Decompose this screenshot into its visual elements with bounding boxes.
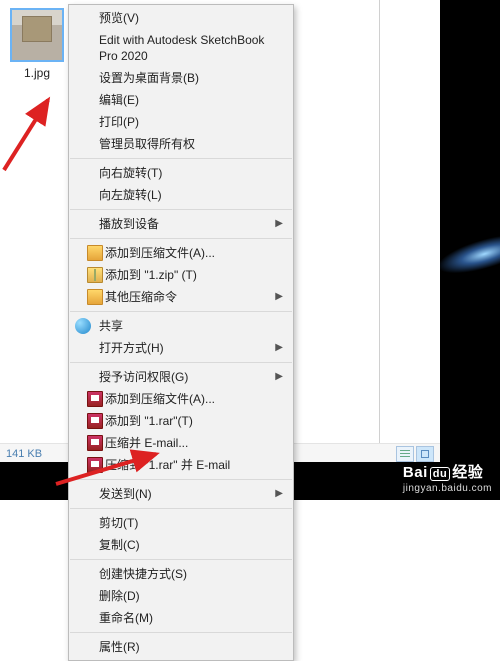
menu-add-to-rar[interactable]: 添加到 "1.rar"(T) [75, 410, 293, 432]
status-size: 141 KB [0, 448, 42, 460]
watermark-brand: Bai [403, 464, 428, 481]
menu-edit[interactable]: 编辑(E) [69, 89, 293, 111]
menu-set-wallpaper[interactable]: 设置为桌面背景(B) [69, 67, 293, 89]
desktop-area: 1.jpg 预览(V) Edit with Autodesk SketchBoo… [0, 0, 500, 500]
menu-add-to-zip[interactable]: 添加到 "1.zip" (T) [75, 264, 293, 286]
grid-icon [421, 450, 429, 458]
view-details-button[interactable] [396, 446, 414, 462]
menu-separator [70, 238, 292, 239]
zip-icon [87, 267, 103, 283]
menu-separator [70, 209, 292, 210]
menu-separator [70, 632, 292, 633]
menu-add-to-archive[interactable]: 添加到压缩文件(A)... [75, 242, 293, 264]
submenu-arrow-icon: ▶ [275, 216, 283, 232]
menu-rotate-left[interactable]: 向左旋转(L) [69, 184, 293, 206]
menu-rotate-right[interactable]: 向右旋转(T) [69, 162, 293, 184]
watermark: Baidu 经验 jingyan.baidu.com [403, 461, 492, 494]
submenu-arrow-icon: ▶ [275, 369, 283, 385]
menu-open-with[interactable]: 打开方式(H)▶ [69, 337, 293, 359]
list-icon [400, 450, 410, 458]
menu-create-shortcut[interactable]: 创建快捷方式(S) [69, 563, 293, 585]
context-menu: 预览(V) Edit with Autodesk SketchBook Pro … [68, 4, 294, 661]
rar-icon [87, 413, 103, 429]
folder-icon [87, 245, 103, 261]
menu-rename[interactable]: 重命名(M) [69, 607, 293, 629]
menu-cut[interactable]: 剪切(T) [69, 512, 293, 534]
menu-separator [70, 508, 292, 509]
menu-preview[interactable]: 预览(V) [69, 7, 293, 29]
menu-admin-ownership[interactable]: 管理员取得所有权 [69, 133, 293, 155]
annotation-arrow-bottom [50, 446, 170, 490]
menu-add-to-archive-rar[interactable]: 添加到压缩文件(A)... [75, 388, 293, 410]
menu-separator [70, 362, 292, 363]
view-thumbnails-button[interactable] [416, 446, 434, 462]
share-icon [75, 318, 91, 334]
menu-delete[interactable]: 删除(D) [69, 585, 293, 607]
menu-copy[interactable]: 复制(C) [69, 534, 293, 556]
light-flare [440, 227, 500, 280]
view-mode-switcher [396, 446, 434, 462]
folder-icon [87, 289, 103, 305]
dark-background-panel [440, 0, 500, 500]
menu-other-archive[interactable]: 其他压缩命令▶ [75, 286, 293, 308]
menu-print[interactable]: 打印(P) [69, 111, 293, 133]
watermark-suffix: 经验 [452, 461, 483, 482]
menu-properties[interactable]: 属性(R) [69, 636, 293, 658]
menu-separator [70, 311, 292, 312]
menu-separator [70, 158, 292, 159]
annotation-arrow-top [0, 86, 78, 176]
menu-separator [70, 559, 292, 560]
menu-share[interactable]: 共享 [69, 315, 293, 337]
submenu-arrow-icon: ▶ [275, 340, 283, 356]
menu-grant-access[interactable]: 授予访问权限(G)▶ [69, 366, 293, 388]
rar-icon [87, 391, 103, 407]
menu-cast-to-device[interactable]: 播放到设备▶ [69, 213, 293, 235]
menu-edit-sketchbook[interactable]: Edit with Autodesk SketchBook Pro 2020 [69, 29, 293, 67]
watermark-du: du [430, 467, 450, 481]
watermark-url: jingyan.baidu.com [403, 483, 492, 494]
submenu-arrow-icon: ▶ [275, 289, 283, 305]
